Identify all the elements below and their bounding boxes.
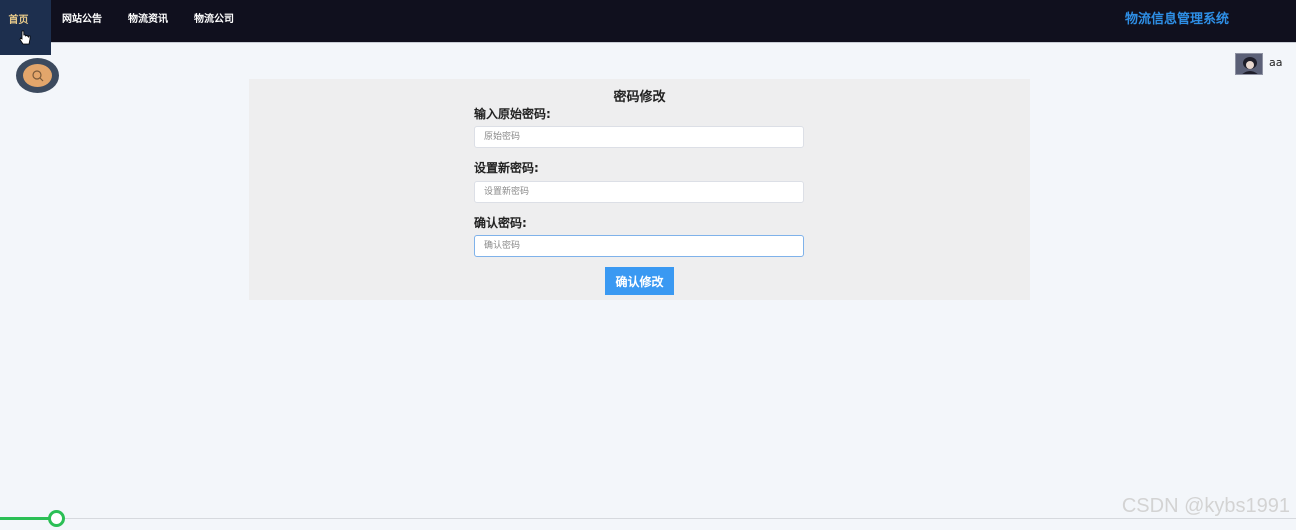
search-button[interactable] [16,58,59,93]
confirm-password-label: 确认密码: [474,216,527,230]
nav-item-companies[interactable]: 物流公司 [194,0,234,43]
nav-item-announcements[interactable]: 网站公告 [62,0,102,43]
divider [0,518,1296,519]
confirm-change-button[interactable]: 确认修改 [605,267,674,295]
password-change-panel: 密码修改 输入原始密码: 设置新密码: 确认密码: 确认修改 [249,79,1030,300]
original-password-input[interactable] [474,126,804,148]
username[interactable]: aa [1269,56,1282,69]
search-icon [32,70,44,82]
confirm-password-input[interactable] [474,235,804,257]
top-navbar: 首页 网站公告 物流资讯 物流公司 物流信息管理系统 [0,0,1296,55]
scroll-progress-knob[interactable] [48,510,65,527]
hand-cursor-icon [19,30,31,45]
nav-home[interactable]: 首页 [0,0,51,55]
avatar[interactable] [1235,53,1263,75]
nav-item-news[interactable]: 物流资讯 [128,0,168,43]
original-password-label: 输入原始密码: [474,107,551,121]
brand-title: 物流信息管理系统 [1124,12,1229,27]
page-title: 密码修改 [613,90,666,105]
new-password-label: 设置新密码: [474,161,539,175]
avatar-image [1236,54,1262,74]
watermark: CSDN @kybs1991 [1121,495,1290,517]
nav-home-label: 首页 [8,15,29,26]
new-password-input[interactable] [474,181,804,203]
